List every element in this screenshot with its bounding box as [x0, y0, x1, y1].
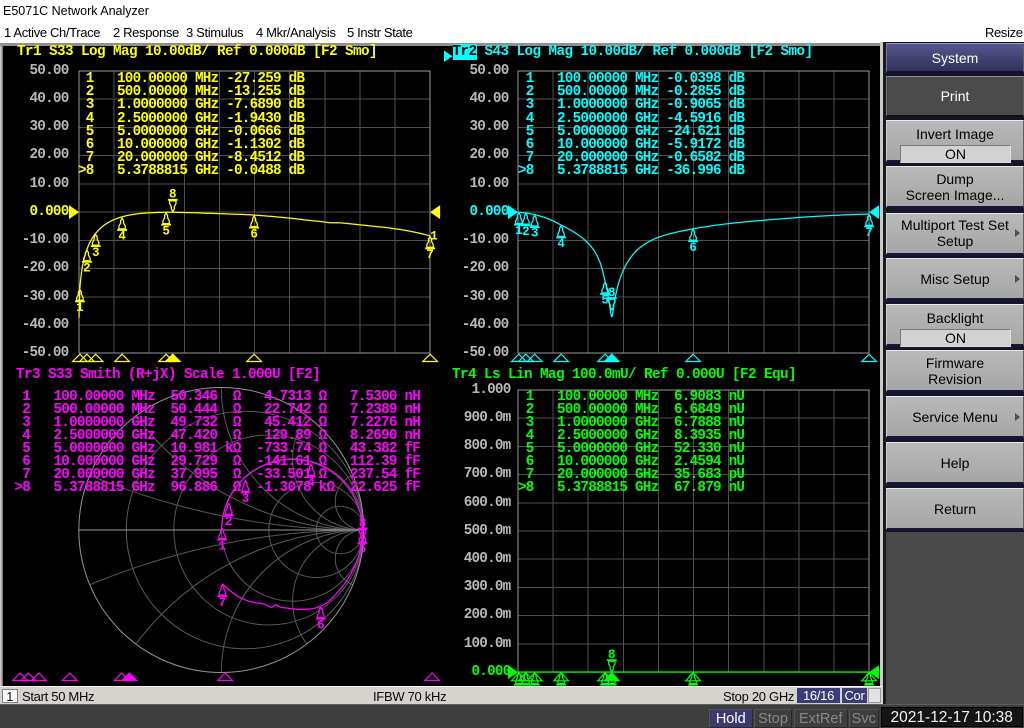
svg-text:4: 4 — [118, 230, 126, 244]
svg-text:8: 8 — [608, 286, 616, 300]
svg-text:1: 1 — [430, 230, 438, 244]
svg-text:4: 4 — [557, 237, 565, 251]
svg-text:1: 1 — [218, 539, 226, 553]
svg-text:2: 2 — [522, 225, 530, 239]
svg-text:7: 7 — [865, 226, 873, 240]
svg-text:1: 1 — [76, 301, 84, 315]
svg-text:7: 7 — [219, 596, 227, 610]
svg-text:2: 2 — [83, 262, 91, 276]
svg-text:8: 8 — [359, 516, 367, 530]
svg-text:8: 8 — [608, 648, 616, 662]
svg-text:3: 3 — [92, 246, 100, 260]
svg-text:5: 5 — [162, 224, 170, 238]
svg-text:5: 5 — [359, 543, 367, 557]
svg-text:6: 6 — [689, 241, 697, 255]
svg-text:8: 8 — [169, 188, 177, 202]
svg-text:3: 3 — [531, 227, 539, 241]
svg-text:7: 7 — [426, 248, 434, 262]
svg-text:6: 6 — [317, 618, 325, 632]
svg-text:2: 2 — [225, 515, 233, 529]
svg-text:6: 6 — [250, 227, 258, 241]
